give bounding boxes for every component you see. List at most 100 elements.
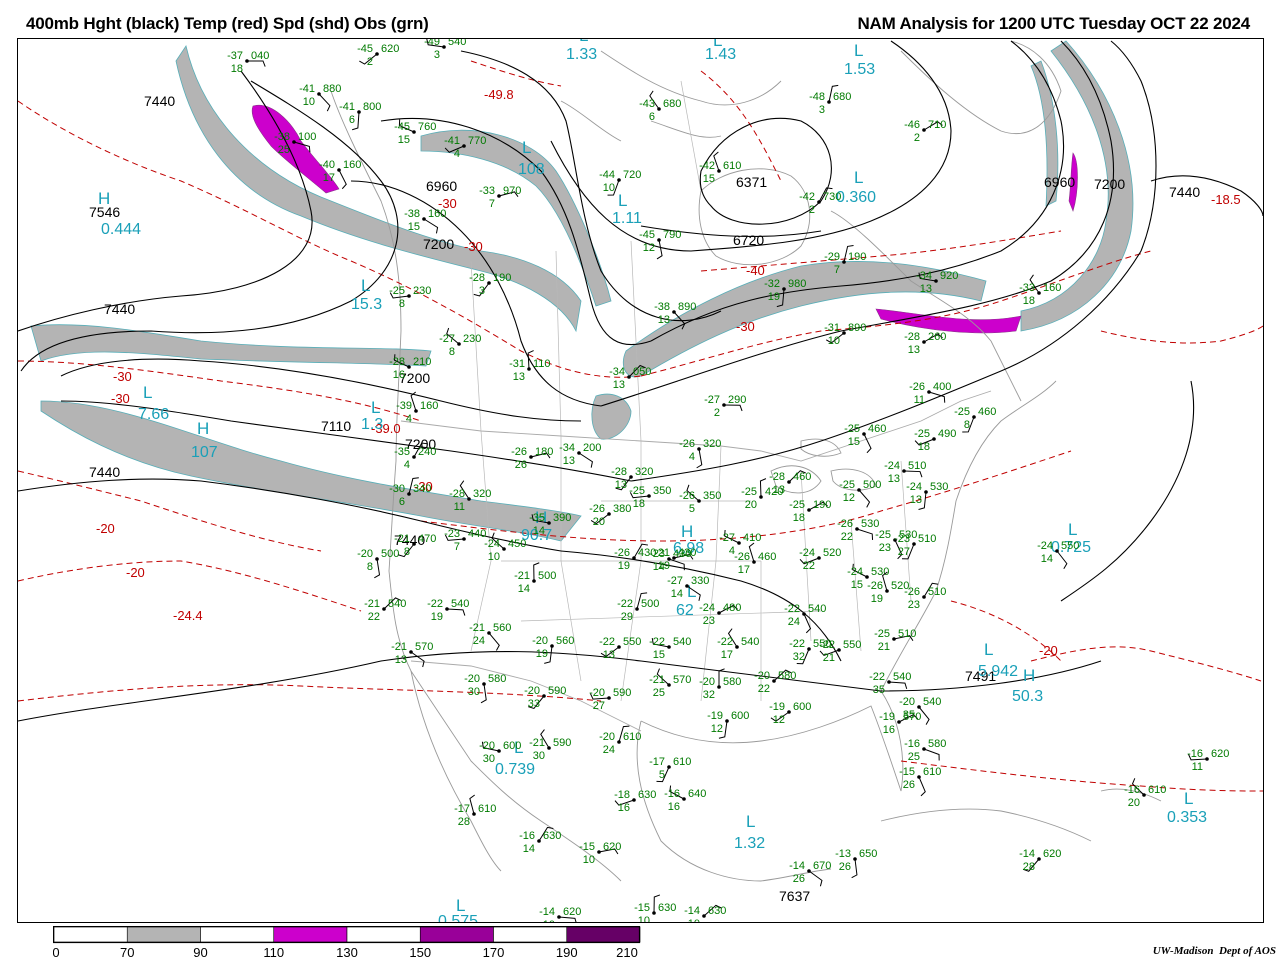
wind-barb <box>748 542 755 563</box>
station-depression: 15 <box>851 579 863 591</box>
station-height: 610 <box>723 160 741 172</box>
station-height: 230 <box>463 333 481 345</box>
station-obs: -20 590 27 <box>589 687 631 712</box>
station-height: 540 <box>741 636 759 648</box>
svg-text:H: H <box>1023 666 1035 685</box>
station-obs: -34 200 13 <box>559 442 601 468</box>
station-height: 540 <box>893 671 911 683</box>
station-temp: -24 <box>906 481 922 493</box>
station-temp: -31 <box>509 358 525 370</box>
station-depression: 16 <box>393 369 405 381</box>
svg-text:1.33: 1.33 <box>566 46 597 63</box>
station-temp: -28 <box>389 356 405 368</box>
station-depression: 13 <box>615 479 627 491</box>
station-height: 540 <box>808 603 826 615</box>
credit: UW-Madison Dept of AOS <box>1153 945 1276 957</box>
svg-text:L: L <box>522 138 531 157</box>
station-temp: -16 <box>664 788 680 800</box>
station-obs: -26 350 5 <box>679 484 721 515</box>
station-depression: 19 <box>618 560 630 572</box>
station-temp: -22 <box>784 603 800 615</box>
station-temp: -26 <box>679 438 695 450</box>
svg-text:L: L <box>1184 789 1193 808</box>
station-height: 410 <box>743 532 761 544</box>
station-temp: -28 <box>449 488 465 500</box>
temp-label: -49.8 <box>484 87 514 102</box>
station-depression: 15 <box>408 221 420 233</box>
station-obs: -41 800 6 <box>339 101 381 131</box>
station-temp: -35 <box>394 446 410 458</box>
station-height: 530 <box>930 481 948 493</box>
station-temp: -22 <box>617 598 633 610</box>
station-height: 680 <box>663 98 681 110</box>
scale-tick-label: 210 <box>616 945 638 958</box>
station-temp: -25 <box>839 479 855 491</box>
station-temp: -24 <box>484 538 500 550</box>
station-depression: 25 <box>908 751 920 763</box>
station-depression: 8 <box>404 546 410 558</box>
station-temp: -28 <box>904 331 920 343</box>
station-height: 500 <box>641 598 659 610</box>
station-temp: -19 <box>707 710 723 722</box>
scale-tick-label: 70 <box>120 945 134 958</box>
station-height: 590 <box>613 687 631 699</box>
svg-text:1.11: 1.11 <box>612 210 642 227</box>
station-obs: -16 630 14 <box>519 826 561 855</box>
station-height: 600 <box>503 740 521 752</box>
station-height: 100 <box>298 131 316 143</box>
station-depression: 13 <box>773 484 785 496</box>
station-height: 470 <box>418 533 436 545</box>
station-depression: 10 <box>543 919 555 922</box>
temp-label: -40 <box>746 263 765 278</box>
center-marker: L1.3 <box>361 398 383 433</box>
center-marker: L 7.66 <box>138 383 169 423</box>
station-depression: 10 <box>603 182 615 194</box>
svg-text:107: 107 <box>191 444 218 461</box>
station-height: 880 <box>323 83 341 95</box>
station-depression: 2 <box>367 56 373 68</box>
station-height: 500 <box>538 570 556 582</box>
labrador-coast <box>830 210 1022 402</box>
station-depression: 6 <box>399 496 405 508</box>
station-depression: 24 <box>603 744 615 756</box>
station-depression: 13 <box>920 283 932 295</box>
station-temp: -37 <box>227 50 243 62</box>
wind-barb <box>863 433 872 454</box>
station-height: 580 <box>778 670 796 682</box>
station-height: 290 <box>728 394 746 406</box>
cuba <box>880 808 1092 842</box>
station-temp: -42 <box>799 191 815 203</box>
station-depression: 30 <box>468 686 480 698</box>
station-obs: -15 610 26 <box>899 766 941 797</box>
station-height: 610 <box>923 766 941 778</box>
station-temp: -34 <box>916 270 932 282</box>
station-height: 330 <box>691 575 709 587</box>
station-temp: -20 <box>464 673 480 685</box>
station-obs: -43 680 6 <box>639 90 681 123</box>
height-contour <box>1150 175 1263 217</box>
center-marker: L0.353 <box>1167 789 1207 826</box>
station-temp: -24 <box>699 602 715 614</box>
station-depression: 5 <box>659 769 665 781</box>
credit-dept: Dept of AOS <box>1218 945 1276 957</box>
station-obs: -20 580 32 <box>699 668 741 701</box>
station-height: 550 <box>1061 540 1079 552</box>
station-height: 580 <box>488 673 506 685</box>
station-height: 160 <box>420 400 438 412</box>
station-depression: 12 <box>643 242 655 254</box>
height-label: 6720 <box>733 232 764 248</box>
station-obs: -24 530 13 <box>906 481 948 510</box>
wind-barb <box>851 858 858 879</box>
svg-text:H: H <box>98 189 110 208</box>
station-height: 540 <box>448 39 466 48</box>
station-height: 550 <box>623 636 641 648</box>
svg-text:1.3: 1.3 <box>361 416 383 433</box>
temp-label: -30 <box>111 391 130 406</box>
svg-text:L: L <box>1068 520 1077 539</box>
station-obs: -21 500 14 <box>514 562 556 595</box>
svg-text:0.575: 0.575 <box>438 913 478 922</box>
station-temp: -25 <box>954 406 970 418</box>
greenland <box>900 40 1062 135</box>
station-temp: -48 <box>809 91 825 103</box>
station-obs: -23 430 14 <box>649 548 691 573</box>
